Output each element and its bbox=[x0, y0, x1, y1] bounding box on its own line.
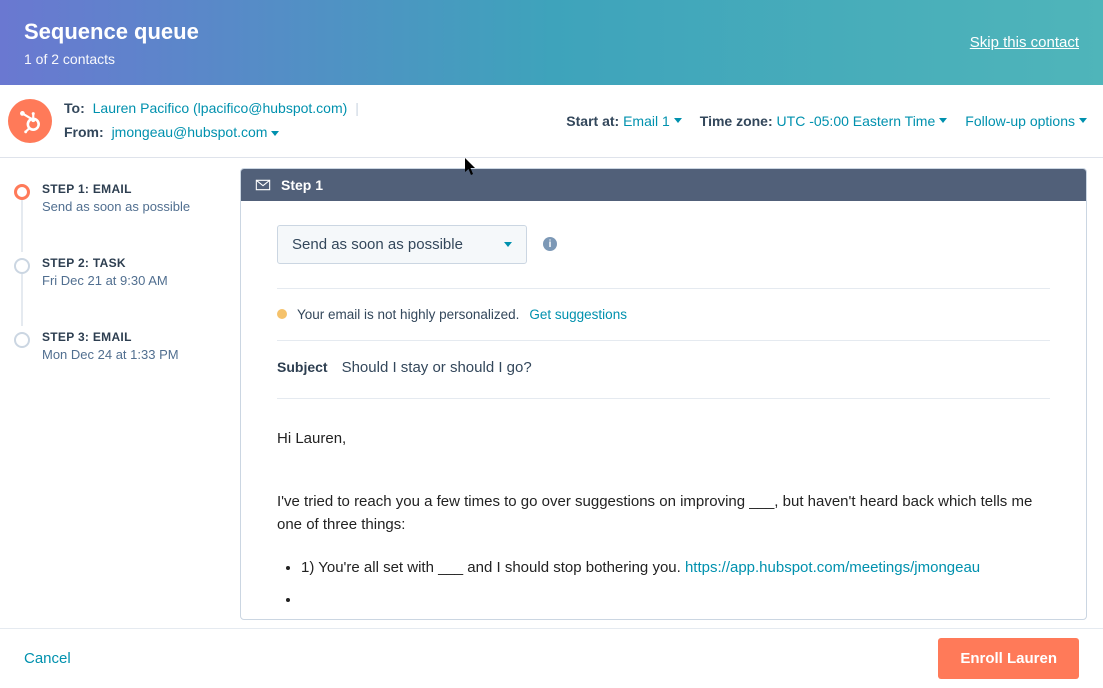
enroll-button[interactable]: Enroll Lauren bbox=[938, 638, 1079, 679]
banner-left: Sequence queue 1 of 2 contacts bbox=[24, 19, 199, 67]
timezone-dropdown[interactable]: UTC -05:00 Eastern Time bbox=[777, 113, 948, 129]
timeline-step-text: STEP 2: TASK Fri Dec 21 at 9:30 AM bbox=[42, 256, 168, 288]
timeline-dot-icon bbox=[14, 184, 30, 200]
divider bbox=[277, 398, 1050, 399]
from-dropdown[interactable]: jmongeau@hubspot.com bbox=[112, 124, 280, 140]
contact-meta: To: Lauren Pacifico (lpacifico@hubspot.c… bbox=[64, 97, 363, 145]
chevron-down-icon bbox=[504, 242, 512, 247]
personalization-warning: Your email is not highly personalized. G… bbox=[277, 307, 1050, 322]
page-title: Sequence queue bbox=[24, 19, 199, 45]
divider bbox=[277, 340, 1050, 341]
to-contact-link[interactable]: Lauren Pacifico (lpacifico@hubspot.com) bbox=[93, 100, 348, 116]
email-paragraph: I've tried to reach you a few times to g… bbox=[277, 490, 1050, 537]
step-title: STEP 1: EMAIL bbox=[42, 182, 190, 196]
warning-dot-icon bbox=[277, 309, 287, 319]
timezone-value: UTC -05:00 Eastern Time bbox=[777, 113, 936, 129]
contact-info: To: Lauren Pacifico (lpacifico@hubspot.c… bbox=[8, 97, 363, 145]
email-icon bbox=[255, 177, 271, 193]
chevron-down-icon bbox=[939, 118, 947, 123]
step-title: STEP 2: TASK bbox=[42, 256, 168, 270]
to-divider: | bbox=[355, 100, 359, 116]
personalization-message: Your email is not highly personalized. bbox=[297, 307, 519, 322]
info-icon[interactable]: i bbox=[543, 237, 557, 251]
timeline-step-text: STEP 1: EMAIL Send as soon as possible bbox=[42, 182, 190, 214]
step-card-title: Step 1 bbox=[281, 177, 323, 193]
chevron-down-icon bbox=[674, 118, 682, 123]
chevron-down-icon bbox=[1079, 118, 1087, 123]
timeline-step-2[interactable]: STEP 2: TASK Fri Dec 21 at 9:30 AM bbox=[14, 256, 226, 324]
cancel-button[interactable]: Cancel bbox=[24, 650, 71, 667]
timeline-step-text: STEP 3: EMAIL Mon Dec 24 at 1:33 PM bbox=[42, 330, 179, 362]
timeline-step-1[interactable]: STEP 1: EMAIL Send as soon as possible bbox=[14, 182, 226, 250]
workspace: STEP 1: EMAIL Send as soon as possible S… bbox=[0, 158, 1103, 638]
send-timing-select[interactable]: Send as soon as possible bbox=[277, 225, 527, 264]
hubspot-avatar-icon bbox=[8, 99, 52, 143]
email-body-editor[interactable]: Hi Lauren, I've tried to reach you a few… bbox=[277, 427, 1050, 611]
email-greeting: Hi Lauren, bbox=[277, 427, 1050, 450]
schedule-settings: Start at: Email 1 Time zone: UTC -05:00 … bbox=[566, 113, 1087, 129]
step-card-body: Send as soon as possible i Your email is… bbox=[241, 201, 1086, 611]
footer-bar: Cancel Enroll Lauren bbox=[0, 628, 1103, 688]
list-item: 1) You're all set with ___ and I should … bbox=[301, 556, 1050, 579]
subject-input[interactable]: Should I stay or should I go? bbox=[342, 359, 532, 376]
timeline-connector bbox=[21, 200, 23, 252]
step-subtitle: Send as soon as possible bbox=[42, 199, 190, 214]
from-line: From: jmongeau@hubspot.com bbox=[64, 121, 363, 145]
get-suggestions-link[interactable]: Get suggestions bbox=[529, 307, 627, 322]
send-timing-value: Send as soon as possible bbox=[292, 236, 463, 253]
start-at-group: Start at: Email 1 bbox=[566, 113, 681, 129]
start-at-dropdown[interactable]: Email 1 bbox=[623, 113, 682, 129]
to-line: To: Lauren Pacifico (lpacifico@hubspot.c… bbox=[64, 97, 363, 121]
step-subtitle: Mon Dec 24 at 1:33 PM bbox=[42, 347, 179, 362]
timezone-group: Time zone: UTC -05:00 Eastern Time bbox=[700, 113, 948, 129]
subject-label: Subject bbox=[277, 359, 328, 375]
from-value: jmongeau@hubspot.com bbox=[112, 124, 268, 140]
skip-contact-link[interactable]: Skip this contact bbox=[970, 34, 1079, 51]
timeline-dot-icon bbox=[14, 332, 30, 348]
meeting-link[interactable]: https://app.hubspot.com/meetings/jmongea… bbox=[685, 559, 980, 576]
sequence-queue-banner: Sequence queue 1 of 2 contacts Skip this… bbox=[0, 0, 1103, 85]
step-subtitle: Fri Dec 21 at 9:30 AM bbox=[42, 273, 168, 288]
step-editor-card: Step 1 Send as soon as possible i Your e… bbox=[240, 168, 1087, 620]
from-label: From: bbox=[64, 124, 104, 140]
editor-column: Step 1 Send as soon as possible i Your e… bbox=[240, 158, 1103, 638]
send-timing-row: Send as soon as possible i bbox=[277, 225, 1050, 264]
chevron-down-icon bbox=[271, 131, 279, 136]
list-item bbox=[301, 588, 1050, 611]
step-card-header: Step 1 bbox=[241, 169, 1086, 201]
timeline-dot-icon bbox=[14, 258, 30, 274]
timeline-sidebar: STEP 1: EMAIL Send as soon as possible S… bbox=[0, 158, 240, 638]
start-at-label: Start at: bbox=[566, 113, 619, 129]
contact-count: 1 of 2 contacts bbox=[24, 51, 199, 67]
email-list: 1) You're all set with ___ and I should … bbox=[277, 556, 1050, 611]
step-title: STEP 3: EMAIL bbox=[42, 330, 179, 344]
timezone-label: Time zone: bbox=[700, 113, 773, 129]
timeline-step-3[interactable]: STEP 3: EMAIL Mon Dec 24 at 1:33 PM bbox=[14, 330, 226, 398]
followup-options-dropdown[interactable]: Follow-up options bbox=[965, 113, 1087, 129]
timeline-connector bbox=[21, 274, 23, 326]
to-label: To: bbox=[64, 100, 85, 116]
divider bbox=[277, 288, 1050, 289]
settings-bar: To: Lauren Pacifico (lpacifico@hubspot.c… bbox=[0, 85, 1103, 158]
list-item-text: 1) You're all set with ___ and I should … bbox=[301, 559, 685, 576]
followup-label: Follow-up options bbox=[965, 113, 1075, 129]
start-at-value: Email 1 bbox=[623, 113, 670, 129]
subject-row: Subject Should I stay or should I go? bbox=[277, 359, 1050, 376]
